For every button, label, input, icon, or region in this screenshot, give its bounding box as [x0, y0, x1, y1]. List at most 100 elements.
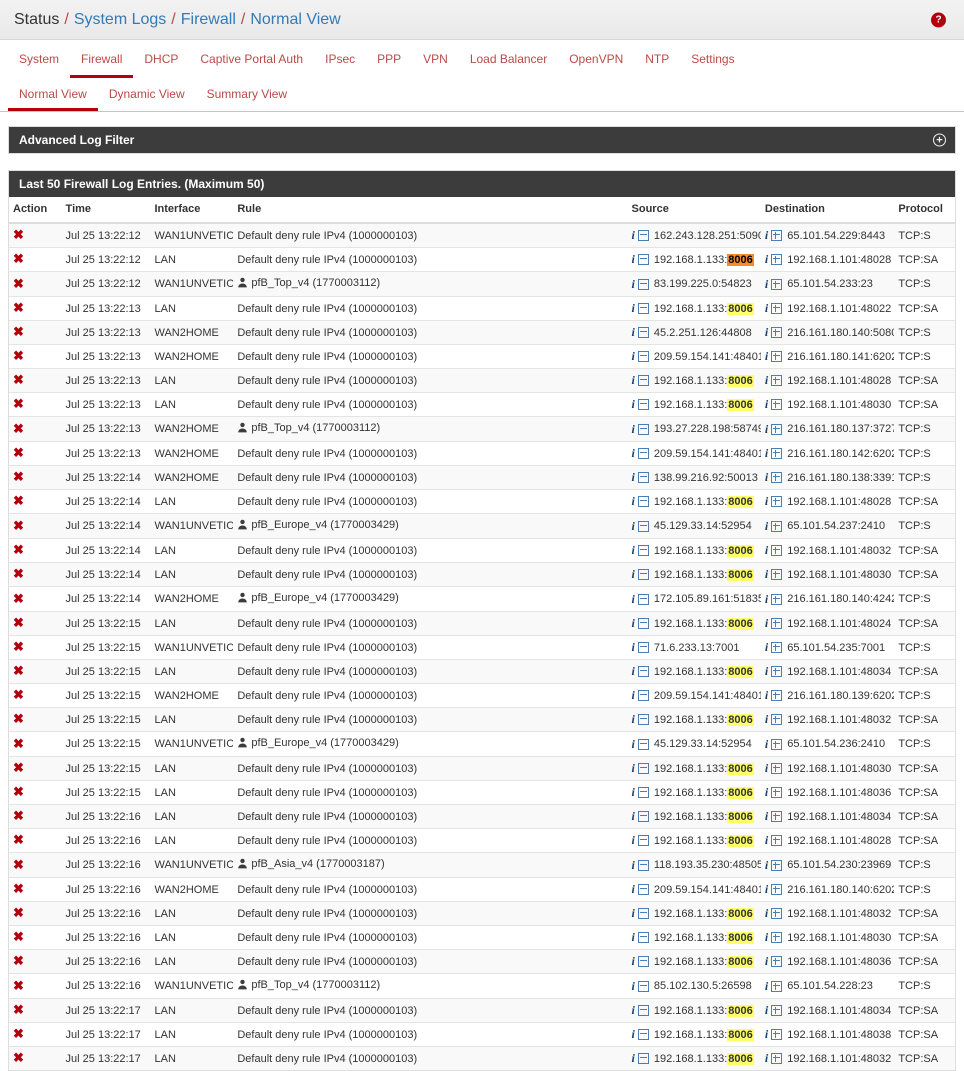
info-icon[interactable]: i — [632, 713, 635, 725]
advanced-log-filter-header[interactable]: Advanced Log Filter + — [9, 127, 955, 153]
block-action-icon[interactable]: ✖ — [13, 712, 24, 725]
info-icon[interactable]: i — [765, 762, 768, 774]
add-easyrule-block-icon[interactable] — [637, 690, 649, 701]
help-icon[interactable]: ? — [931, 12, 946, 27]
info-icon[interactable]: i — [765, 907, 768, 919]
info-icon[interactable]: i — [765, 786, 768, 798]
block-action-icon[interactable]: ✖ — [13, 373, 24, 386]
info-icon[interactable]: i — [765, 955, 768, 967]
add-easyrule-pass-icon[interactable] — [771, 932, 783, 943]
add-easyrule-pass-icon[interactable] — [771, 642, 783, 653]
tab-ppp[interactable]: PPP — [366, 42, 412, 78]
block-action-icon[interactable]: ✖ — [13, 785, 24, 798]
subtab-normal-view[interactable]: Normal View — [8, 79, 98, 111]
add-easyrule-pass-icon[interactable] — [771, 690, 783, 701]
add-easyrule-block-icon[interactable] — [637, 423, 649, 435]
info-icon[interactable]: i — [632, 278, 635, 290]
block-action-icon[interactable]: ✖ — [13, 494, 24, 507]
add-easyrule-block-icon[interactable] — [637, 351, 649, 362]
add-easyrule-block-icon[interactable] — [637, 375, 649, 386]
info-icon[interactable]: i — [632, 544, 635, 556]
info-icon[interactable]: i — [765, 1028, 768, 1040]
block-action-icon[interactable]: ✖ — [13, 349, 24, 362]
tab-ipsec[interactable]: IPsec — [314, 42, 366, 78]
info-icon[interactable]: i — [632, 1004, 635, 1016]
add-easyrule-block-icon[interactable] — [637, 254, 649, 265]
info-icon[interactable]: i — [765, 398, 768, 410]
tab-load-balancer[interactable]: Load Balancer — [459, 42, 558, 78]
add-easyrule-block-icon[interactable] — [637, 593, 649, 605]
info-icon[interactable]: i — [632, 955, 635, 967]
info-icon[interactable]: i — [765, 713, 768, 725]
add-easyrule-pass-icon[interactable] — [771, 1005, 783, 1016]
block-action-icon[interactable]: ✖ — [13, 1027, 24, 1040]
info-icon[interactable]: i — [632, 568, 635, 580]
block-action-icon[interactable]: ✖ — [13, 446, 24, 459]
info-icon[interactable]: i — [765, 278, 768, 290]
info-icon[interactable]: i — [632, 253, 635, 265]
add-easyrule-block-icon[interactable] — [637, 956, 649, 967]
tab-dhcp[interactable]: DHCP — [133, 42, 189, 78]
tab-openvpn[interactable]: OpenVPN — [558, 42, 634, 78]
block-action-icon[interactable]: ✖ — [13, 519, 24, 532]
tab-settings[interactable]: Settings — [680, 42, 745, 78]
add-easyrule-pass-icon[interactable] — [771, 763, 783, 774]
info-icon[interactable]: i — [765, 374, 768, 386]
info-icon[interactable]: i — [765, 834, 768, 846]
block-action-icon[interactable]: ✖ — [13, 906, 24, 919]
info-icon[interactable]: i — [765, 859, 768, 871]
info-icon[interactable]: i — [765, 229, 768, 241]
add-easyrule-block-icon[interactable] — [637, 859, 649, 871]
tab-captive-portal-auth[interactable]: Captive Portal Auth — [189, 42, 314, 78]
add-easyrule-block-icon[interactable] — [637, 520, 649, 532]
info-icon[interactable]: i — [632, 907, 635, 919]
info-icon[interactable]: i — [632, 689, 635, 701]
add-easyrule-pass-icon[interactable] — [771, 884, 783, 895]
add-easyrule-block-icon[interactable] — [637, 908, 649, 919]
plus-circle-icon[interactable]: + — [933, 133, 946, 147]
info-icon[interactable]: i — [765, 471, 768, 483]
block-action-icon[interactable]: ✖ — [13, 470, 24, 483]
block-action-icon[interactable]: ✖ — [13, 567, 24, 580]
add-easyrule-block-icon[interactable] — [637, 448, 649, 459]
add-easyrule-block-icon[interactable] — [637, 787, 649, 798]
add-easyrule-pass-icon[interactable] — [771, 835, 783, 846]
info-icon[interactable]: i — [765, 738, 768, 750]
add-easyrule-pass-icon[interactable] — [771, 666, 783, 677]
add-easyrule-pass-icon[interactable] — [771, 278, 783, 290]
info-icon[interactable]: i — [765, 544, 768, 556]
add-easyrule-pass-icon[interactable] — [771, 496, 783, 507]
block-action-icon[interactable]: ✖ — [13, 954, 24, 967]
block-action-icon[interactable]: ✖ — [13, 592, 24, 605]
info-icon[interactable]: i — [632, 738, 635, 750]
add-easyrule-block-icon[interactable] — [637, 1053, 649, 1064]
add-easyrule-block-icon[interactable] — [637, 714, 649, 725]
info-icon[interactable]: i — [765, 1052, 768, 1064]
block-action-icon[interactable]: ✖ — [13, 1003, 24, 1016]
add-easyrule-pass-icon[interactable] — [771, 787, 783, 798]
add-easyrule-block-icon[interactable] — [637, 884, 649, 895]
info-icon[interactable]: i — [632, 374, 635, 386]
add-easyrule-pass-icon[interactable] — [771, 859, 783, 871]
add-easyrule-block-icon[interactable] — [637, 1005, 649, 1016]
add-easyrule-pass-icon[interactable] — [771, 448, 783, 459]
add-easyrule-pass-icon[interactable] — [771, 980, 783, 992]
tab-system[interactable]: System — [8, 42, 70, 78]
info-icon[interactable]: i — [632, 423, 635, 435]
block-action-icon[interactable]: ✖ — [13, 616, 24, 629]
add-easyrule-block-icon[interactable] — [637, 399, 649, 410]
info-icon[interactable]: i — [765, 810, 768, 822]
info-icon[interactable]: i — [765, 665, 768, 677]
info-icon[interactable]: i — [632, 471, 635, 483]
add-easyrule-pass-icon[interactable] — [771, 714, 783, 725]
info-icon[interactable]: i — [765, 617, 768, 629]
add-easyrule-block-icon[interactable] — [637, 642, 649, 653]
info-icon[interactable]: i — [765, 641, 768, 653]
add-easyrule-pass-icon[interactable] — [771, 327, 783, 338]
add-easyrule-block-icon[interactable] — [637, 1029, 649, 1040]
info-icon[interactable]: i — [632, 1028, 635, 1040]
info-icon[interactable]: i — [632, 593, 635, 605]
info-icon[interactable]: i — [765, 1004, 768, 1016]
add-easyrule-block-icon[interactable] — [637, 811, 649, 822]
info-icon[interactable]: i — [632, 980, 635, 992]
